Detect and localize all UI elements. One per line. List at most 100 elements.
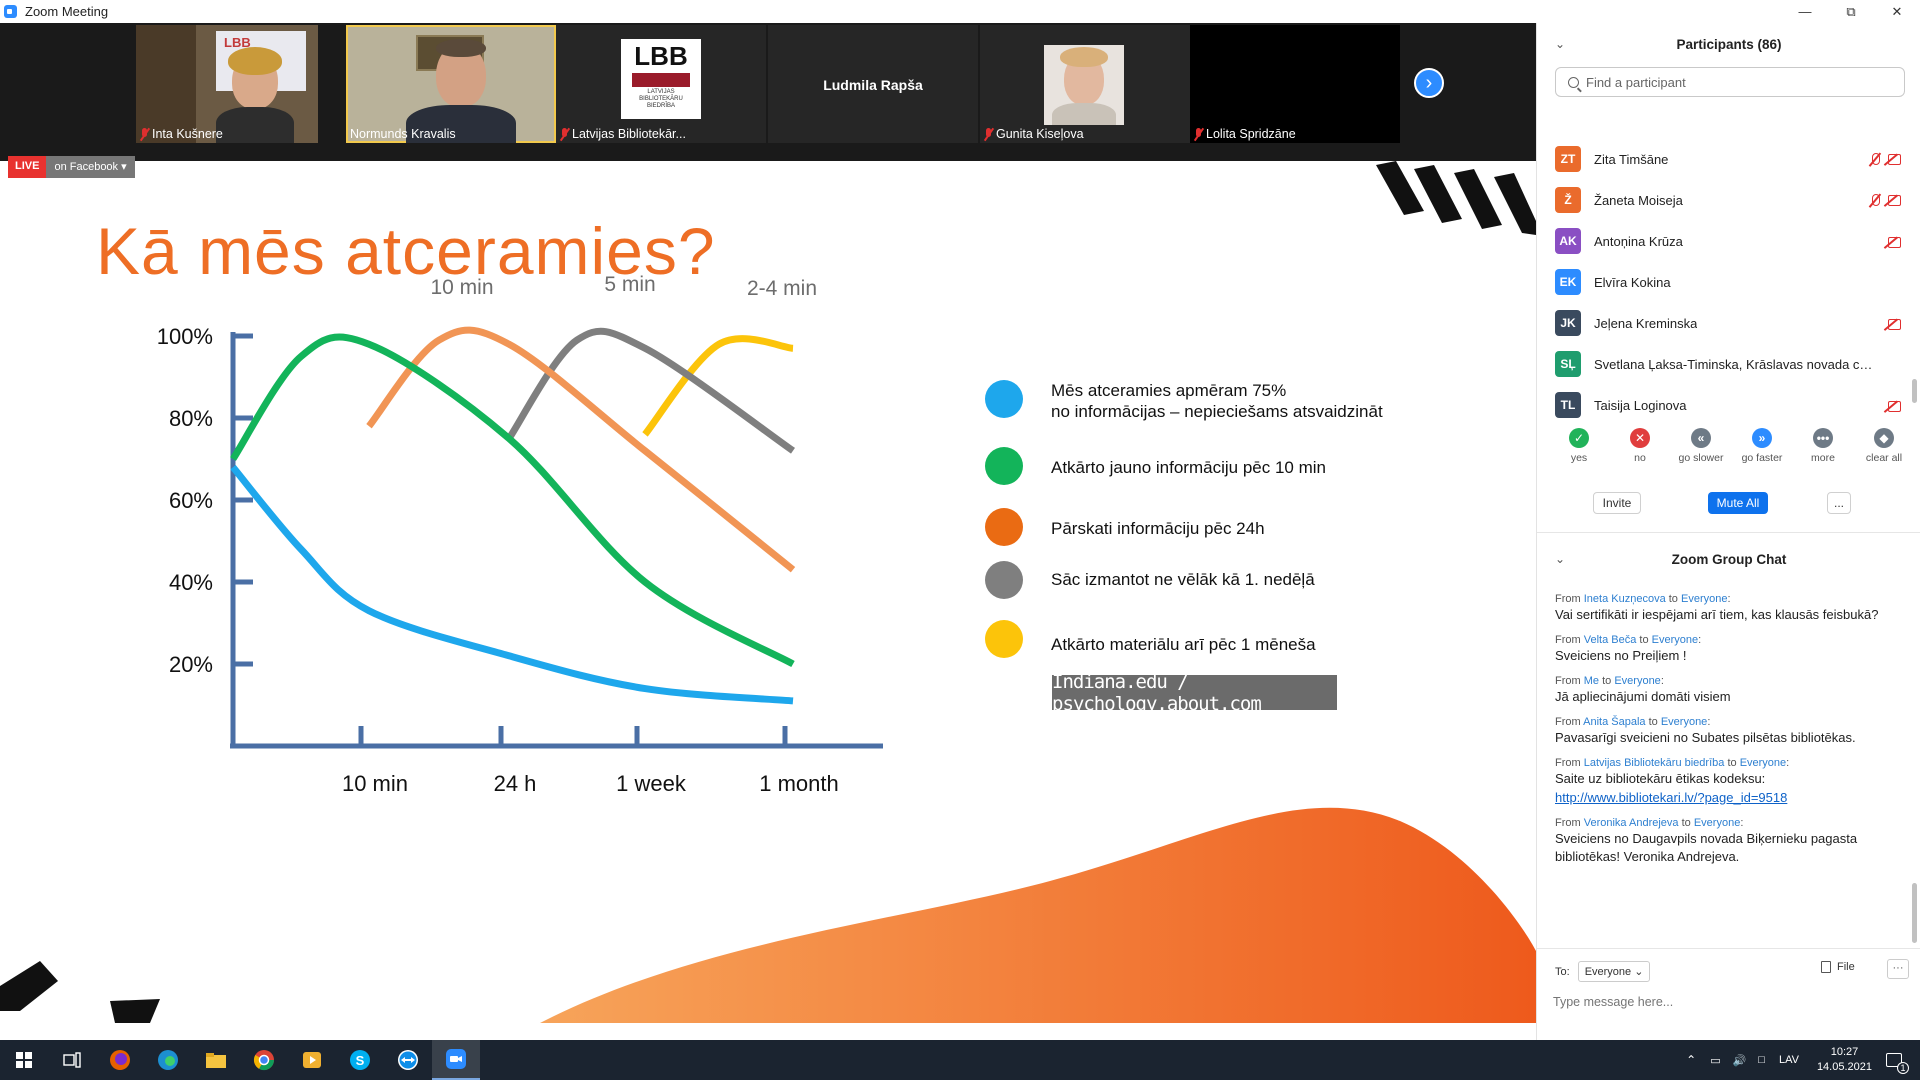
participant-row[interactable]: JK Jeļena Kreminska bbox=[1555, 305, 1905, 341]
tray-device-icon[interactable]: ▭ bbox=[1710, 1054, 1720, 1067]
legend-dot bbox=[985, 620, 1023, 658]
reaction-label: more bbox=[1811, 452, 1835, 464]
participant-search-input[interactable]: Find a participant bbox=[1555, 67, 1905, 97]
curve-label: 5 min bbox=[604, 273, 655, 296]
legend-dot bbox=[985, 508, 1023, 546]
participant-row[interactable]: Ž Žaneta Moiseja bbox=[1555, 182, 1905, 218]
chrome-icon[interactable] bbox=[240, 1040, 288, 1080]
message-sender-line: From Anita Šapala to Everyone: bbox=[1555, 716, 1711, 728]
start-icon[interactable] bbox=[0, 1040, 48, 1080]
reaction-icon: « bbox=[1691, 428, 1711, 448]
chat-scrollbar[interactable] bbox=[1912, 883, 1917, 943]
participant-row[interactable]: EK Elvīra Kokina bbox=[1555, 264, 1905, 300]
tray-overflow-icon[interactable]: ⌃ bbox=[1686, 1053, 1696, 1067]
reaction-yes-button[interactable]: ✓ yes bbox=[1549, 428, 1609, 464]
mute-all-button[interactable]: Mute All bbox=[1708, 492, 1768, 514]
reaction-label: yes bbox=[1570, 452, 1588, 464]
reaction-clear-all-button[interactable]: ◆ clear all bbox=[1854, 428, 1914, 464]
volume-icon[interactable]: 🔊 bbox=[1733, 1054, 1747, 1067]
reaction-label: clear all bbox=[1865, 452, 1903, 464]
participant-status bbox=[1869, 152, 1905, 167]
chat-message: From Latvijas Bibliotekāru biedrība to E… bbox=[1555, 757, 1905, 807]
participant-name: Taisija Loginova bbox=[1594, 397, 1687, 413]
avatar: TL bbox=[1555, 392, 1581, 418]
minimize-icon[interactable]: — bbox=[1782, 0, 1828, 23]
message-link[interactable]: http://www.bibliotekari.lv/?page_id=9518 bbox=[1555, 789, 1905, 807]
tile-name: Normunds Kravalis bbox=[350, 127, 456, 141]
language-indicator[interactable]: LAV bbox=[1779, 1054, 1799, 1066]
shared-slide: Kā mēs atceramies? 100% 80% 60% 40% 20% 10 mi… bbox=[0, 161, 1536, 1023]
participant-row[interactable]: SĻ Svetlana Ļaksa-Timinska, Krāslavas nov… bbox=[1555, 346, 1905, 382]
skype-icon[interactable]: S bbox=[336, 1040, 384, 1080]
video-tile[interactable]: LBB Inta Kušnere bbox=[136, 25, 318, 143]
legend-item: Atkārto jauno informāciju pēc 10 min bbox=[985, 447, 1326, 485]
avatar: ZT bbox=[1555, 146, 1581, 172]
participant-hair bbox=[1060, 47, 1108, 67]
reaction-icon: » bbox=[1752, 428, 1772, 448]
participant-status bbox=[1888, 399, 1905, 412]
x-tick-label: 24 h bbox=[494, 771, 537, 796]
chat-message-input[interactable] bbox=[1553, 989, 1903, 1015]
participant-hair bbox=[228, 47, 282, 75]
legend-text: Mēs atceramies apmēram 75% no informācija… bbox=[1051, 381, 1383, 421]
close-icon[interactable]: ✕ bbox=[1874, 0, 1920, 23]
video-tile[interactable]: Lolita Spridzāne bbox=[1190, 25, 1400, 143]
message-text: Pavasarīgi sveicieni no Subates pilsētas… bbox=[1555, 730, 1856, 745]
y-tick-label: 60% bbox=[169, 488, 213, 513]
legend-dot bbox=[985, 380, 1023, 418]
mic-muted-icon bbox=[1869, 193, 1880, 208]
edge-icon[interactable] bbox=[144, 1040, 192, 1080]
participants-scrollbar[interactable] bbox=[1912, 379, 1917, 403]
video-tile[interactable]: LBB LATVIJAS BIBLIOTEKĀRU BIEDRĪBA Latvi… bbox=[556, 25, 766, 143]
reaction-more-button[interactable]: ••• more bbox=[1793, 428, 1853, 464]
avatar: JK bbox=[1555, 310, 1581, 336]
reaction-go-faster-button[interactable]: » go faster bbox=[1732, 428, 1792, 464]
video-off-icon bbox=[1888, 193, 1905, 206]
participants-header: Participants (86) bbox=[1676, 37, 1782, 52]
restore-icon[interactable]: ⧉ bbox=[1828, 0, 1874, 23]
clock[interactable]: 10:27 14.05.2021 bbox=[1817, 1045, 1872, 1075]
participant-row[interactable]: AK Antoņina Krūza bbox=[1555, 223, 1905, 259]
recipient-dropdown[interactable]: Everyone ⌄ bbox=[1577, 961, 1651, 982]
video-tile[interactable]: Gunita Kiseļova bbox=[980, 25, 1190, 143]
teamviewer-icon[interactable] bbox=[384, 1040, 432, 1080]
zoom-taskbar-icon[interactable] bbox=[432, 1040, 480, 1080]
invite-button[interactable]: Invite bbox=[1593, 492, 1641, 514]
reaction-go-slower-button[interactable]: « go slower bbox=[1671, 428, 1731, 464]
participant-row[interactable]: ZT Zita Timšāne bbox=[1555, 141, 1905, 177]
participant-hair bbox=[436, 39, 486, 57]
video-strip: LBB Inta Kušnere Normunds Kravalis LBB L… bbox=[0, 23, 1536, 161]
legend-text: Pārskati informāciju pēc 24h bbox=[1051, 519, 1265, 538]
next-page-arrow-icon[interactable]: › bbox=[1414, 68, 1444, 98]
video-tile[interactable]: Ludmila Rapša bbox=[768, 25, 978, 143]
message-text: Saite uz bibliotekāru ētikas kodeksu: bbox=[1555, 771, 1766, 786]
participant-name: Antoņina Krūza bbox=[1594, 233, 1683, 249]
x-tick-label: 10 min bbox=[342, 771, 408, 796]
participant-body bbox=[1052, 103, 1116, 125]
participant-row[interactable]: TL Taisija Loginova bbox=[1555, 387, 1905, 423]
notifications-icon[interactable]: 1 bbox=[1886, 1053, 1909, 1074]
firefox-icon[interactable] bbox=[96, 1040, 144, 1080]
message-sender-line: From Veronika Andrejeva to Everyone: bbox=[1555, 817, 1744, 829]
message-text: Vai sertifikāti ir iespējami arī tiem, k… bbox=[1555, 607, 1879, 622]
participants-more-button[interactable]: ... bbox=[1827, 492, 1851, 514]
reaction-icon: ◆ bbox=[1874, 428, 1894, 448]
file-button[interactable]: File bbox=[1821, 961, 1855, 973]
participant-name: Elvīra Kokina bbox=[1594, 274, 1671, 290]
video-off-icon bbox=[1888, 235, 1905, 248]
reaction-no-button[interactable]: ✕ no bbox=[1610, 428, 1670, 464]
zoom-app-icon bbox=[4, 5, 17, 18]
participant-name: Svetlana Ļaksa-Timinska, Krāslavas novad… bbox=[1594, 356, 1874, 372]
live-badge[interactable]: LIVE on Facebook ▾ bbox=[8, 156, 135, 178]
divider bbox=[1537, 532, 1920, 533]
network-icon[interactable]: □ bbox=[1758, 1054, 1765, 1066]
chat-more-button[interactable]: ··· bbox=[1887, 959, 1909, 979]
live-target[interactable]: on Facebook ▾ bbox=[46, 156, 135, 178]
file-explorer-icon[interactable] bbox=[192, 1040, 240, 1080]
legend-item: Sāc izmantot ne vēlāk kā 1. nedēļā bbox=[985, 561, 1315, 599]
divider bbox=[1537, 948, 1920, 949]
task-view-icon[interactable] bbox=[48, 1040, 96, 1080]
video-tile-active-speaker[interactable]: Normunds Kravalis bbox=[346, 25, 556, 143]
mic-muted-icon bbox=[1869, 152, 1880, 167]
media-player-icon[interactable] bbox=[288, 1040, 336, 1080]
